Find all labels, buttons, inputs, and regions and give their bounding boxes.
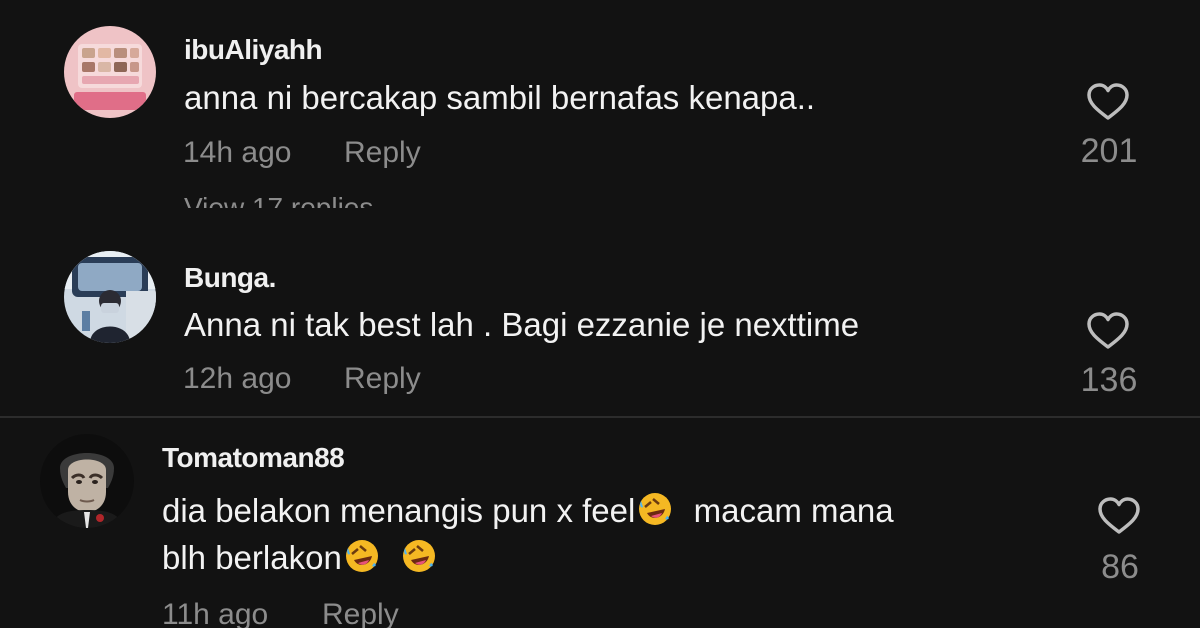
comment-panel-3: Tomatoman88 dia belakon menangis pun x f… [0, 418, 1200, 628]
username[interactable]: Bunga. [184, 262, 276, 294]
timestamp: 12h ago [183, 362, 292, 395]
eyeshadow-palette-icon [64, 26, 156, 118]
timestamp: 14h ago [183, 136, 292, 169]
view-replies-link[interactable]: View 17 replies [184, 192, 373, 208]
like-count: 136 [1080, 361, 1138, 399]
reply-button[interactable]: Reply [322, 598, 399, 628]
comment-text: anna ni bercakap sambil bernafas kenapa.… [184, 79, 816, 116]
man-portrait-icon [40, 434, 134, 528]
heart-icon[interactable] [1086, 311, 1130, 351]
rolling-on-floor-laughing-emoji [402, 540, 435, 572]
reply-button[interactable]: Reply [344, 362, 421, 396]
like-count: 86 [1101, 548, 1139, 586]
avatar[interactable] [64, 26, 156, 118]
comment-text: Anna ni tak best lah . Bagi ezzanie je n… [184, 306, 860, 343]
person-in-car-icon [64, 251, 156, 343]
comment-text-line2-text: blh berlakon [162, 539, 342, 576]
username[interactable]: ibuAliyahh [184, 34, 323, 66]
username[interactable]: Tomatoman88 [162, 442, 345, 474]
comment-text-line2: blh berlakon [162, 535, 439, 581]
reply-button[interactable]: Reply [344, 136, 421, 170]
avatar[interactable] [64, 251, 156, 343]
avatar[interactable] [40, 434, 134, 528]
timestamp: 11h ago [162, 598, 269, 628]
heart-icon[interactable] [1086, 82, 1130, 122]
comment-text-part1: dia belakon menangis pun x feel [162, 492, 636, 529]
comment-panel-1: ibuAliyahh anna ni bercakap sambil berna… [0, 0, 1200, 208]
rolling-on-floor-laughing-emoji [345, 540, 378, 572]
comment-text: dia belakon menangis pun x feel macam ma… [162, 488, 894, 534]
comment-panel-2: Bunga. Anna ni tak best lah . Bagi ezzan… [0, 208, 1200, 416]
heart-icon[interactable] [1097, 496, 1141, 536]
rolling-on-floor-laughing-emoji [639, 493, 672, 525]
comment-text-part2: macam mana [693, 492, 894, 529]
like-count: 201 [1080, 132, 1138, 170]
